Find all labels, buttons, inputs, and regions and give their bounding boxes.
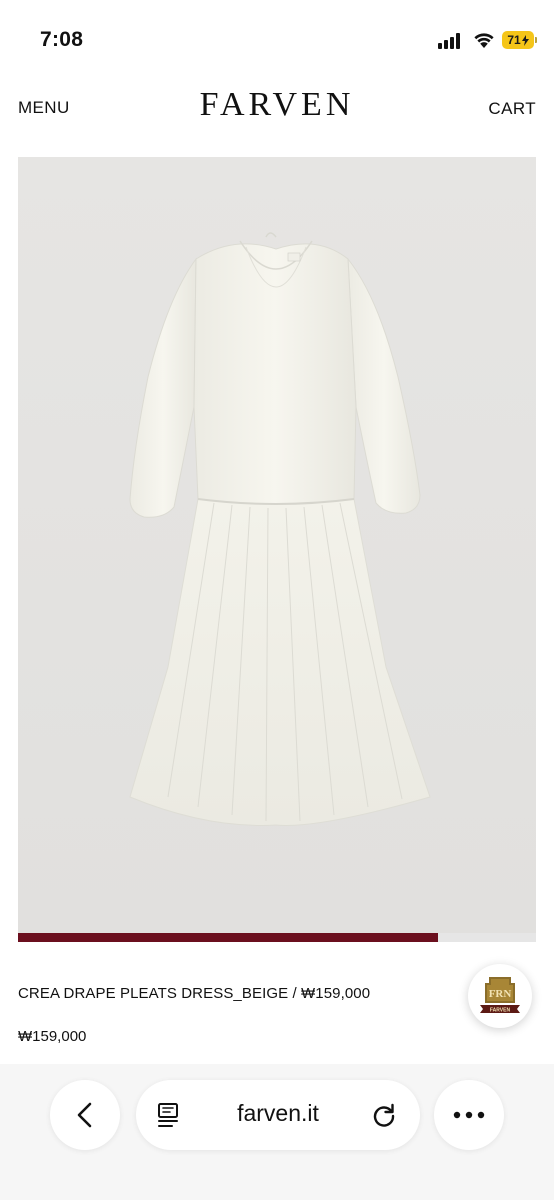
status-bar: 7:08 71 xyxy=(0,0,554,80)
more-dots-icon xyxy=(453,1111,485,1119)
back-button[interactable] xyxy=(50,1080,120,1150)
battery-indicator: 71 xyxy=(502,31,534,49)
brand-logo[interactable]: FARVEN xyxy=(0,86,554,124)
gallery-progress-fill xyxy=(18,933,438,942)
reload-icon[interactable] xyxy=(370,1101,398,1129)
battery-nub xyxy=(535,37,537,43)
product-price: ₩159,000 xyxy=(18,1028,87,1045)
wifi-icon xyxy=(474,33,494,48)
status-time: 7:08 xyxy=(40,28,84,51)
product-title: CREA DRAPE PLEATS DRESS_BEIGE / ₩159,000 xyxy=(18,985,371,1002)
chevron-left-icon xyxy=(77,1102,92,1128)
cellular-signal-icon xyxy=(438,33,464,49)
charging-bolt-icon xyxy=(521,34,529,46)
cart-button[interactable]: CART xyxy=(488,99,536,119)
dress-illustration xyxy=(18,157,536,933)
farven-brand-badge-icon: FRN FARVEN xyxy=(480,977,520,1014)
brand-badge-button[interactable]: FRN FARVEN xyxy=(468,964,532,1028)
site-header: MENU FARVEN CART xyxy=(0,80,554,140)
more-options-button[interactable] xyxy=(434,1080,504,1150)
address-bar[interactable]: farven.it xyxy=(136,1080,420,1150)
browser-toolbar: farven.it xyxy=(0,1064,554,1200)
battery-level: 71 xyxy=(507,33,521,47)
badge-logo-text: FRN xyxy=(489,988,512,1000)
product-photo[interactable] xyxy=(18,157,536,933)
badge-ribbon-text: FARVEN xyxy=(490,1008,511,1014)
gallery-progress-bar xyxy=(18,933,536,942)
